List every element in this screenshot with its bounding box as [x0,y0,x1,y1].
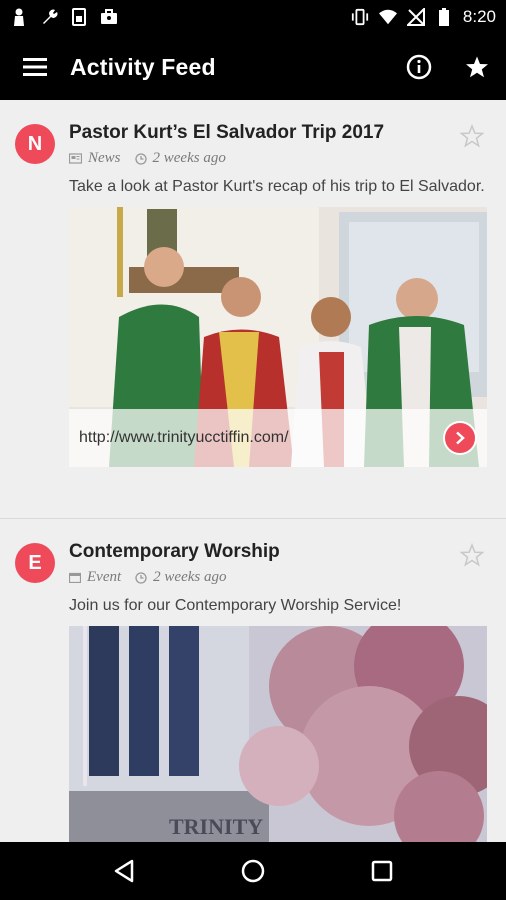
item-category: Event [87,569,122,585]
item-title[interactable]: Pastor Kurt’s El Salvador Trip 2017 [69,122,488,144]
sim-card-icon [70,8,88,26]
item-title[interactable]: Contemporary Worship [69,541,488,563]
feed-item[interactable]: E Contemporary Worship Event 2 weeks ago… [0,518,506,842]
status-time: 8:20 [462,7,496,26]
app-bar: Activity Feed [0,34,506,100]
star-icon [466,56,488,78]
church-sign-text: TRINITY [169,814,263,839]
briefcase-icon [100,8,118,26]
item-image[interactable]: http://www.trinityucctiffin.com/ [69,207,487,467]
favorites-button[interactable] [448,34,506,100]
info-icon [406,54,432,80]
item-link-url[interactable]: http://www.trinityucctiffin.com/ [79,429,289,447]
battery-icon [435,8,453,26]
hamburger-icon [23,58,47,76]
info-button[interactable] [390,34,448,100]
event-icon [69,572,81,583]
menu-button[interactable] [0,34,70,100]
avatar: N [15,124,55,164]
vibrate-icon [351,8,369,26]
open-link-button[interactable] [443,421,477,455]
item-category: News [88,150,121,166]
item-description: Take a look at Pastor Kurt's recap of hi… [69,178,485,195]
clock-icon [134,152,147,165]
photo-church-building: TRINITY [69,626,487,842]
recents-square-icon [371,860,392,882]
item-time: 2 weeks ago [153,569,227,585]
home-button[interactable] [228,846,278,896]
no-signal-icon [406,8,425,26]
wrench-icon [40,8,58,26]
wifi-icon [378,8,397,26]
navigation-bar [0,842,506,900]
page-title: Activity Feed [70,53,216,80]
item-link-bar[interactable]: http://www.trinityucctiffin.com/ [69,409,487,467]
back-button[interactable] [99,846,149,896]
activity-feed[interactable]: N Pastor Kurt’s El Salvador Trip 2017 Ne… [0,100,506,842]
item-image[interactable]: TRINITY [69,626,487,842]
back-triangle-icon [115,859,134,883]
chevron-right-icon [456,431,465,445]
item-time: 2 weeks ago [152,150,226,166]
status-bar: 8:20 [0,0,506,34]
home-circle-icon [241,859,265,883]
favorite-star-icon[interactable] [460,543,484,567]
avatar: E [15,543,55,583]
feed-item[interactable]: N Pastor Kurt’s El Salvador Trip 2017 Ne… [0,100,506,518]
clock-icon [135,571,147,584]
news-icon [69,153,82,164]
person-icon [10,8,28,26]
favorite-star-icon[interactable] [460,124,484,148]
recents-button[interactable] [357,846,407,896]
item-description: Join us for our Contemporary Worship Ser… [69,597,402,614]
